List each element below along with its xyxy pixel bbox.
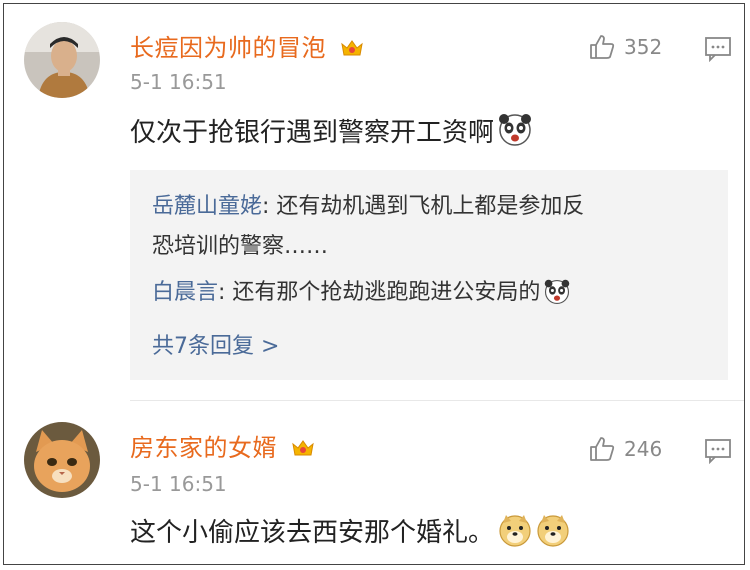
comment-feed: 长痘因为帅的冒泡 5-1 16:51 352 仅次于抢银行遇到警察开工资啊 岳麓… [3, 3, 745, 565]
thumbs-up-icon [590, 35, 615, 59]
doge-emoji [537, 515, 569, 547]
comment-time: 5-1 16:51 [130, 472, 227, 496]
reply-author[interactable]: 白晨言 [152, 280, 218, 305]
comment-time: 5-1 16:51 [130, 70, 227, 94]
reply-item-continued: 恐培训的警察…… [152, 228, 328, 260]
reply-text-line2: 恐培训的警察…… [152, 234, 329, 259]
reply-author[interactable]: 岳麓山童姥 [152, 194, 262, 219]
comment-text: 仅次于抢银行遇到警察开工资啊 [130, 112, 532, 149]
avatar[interactable] [24, 422, 100, 498]
comment-username[interactable]: 长痘因为帅的冒泡 [130, 28, 364, 63]
like-count: 352 [624, 35, 663, 59]
reply-sep: : [218, 280, 233, 305]
reply-preview-box[interactable]: 岳麓山童姥: 还有劫机遇到飞机上都是参加反 恐培训的警察…… 白晨言: 还有那个… [130, 170, 728, 380]
panda-emoji [499, 114, 532, 146]
comment-text: 这个小偷应该去西安那个婚礼。 [130, 512, 570, 549]
avatar-cat-icon [24, 422, 100, 498]
comment-divider [130, 400, 744, 401]
comment-item: 房东家的女婿 5-1 16:51 246 这个小偷应该去西安那个婚礼。 [4, 402, 744, 564]
like-count: 246 [624, 437, 663, 461]
comment-icon[interactable] [704, 438, 732, 464]
reply-item: 岳麓山童姥: 还有劫机遇到飞机上都是参加反 [152, 188, 584, 220]
avatar[interactable] [24, 22, 100, 98]
panda-emoji [545, 279, 570, 305]
like-button[interactable]: 352 [588, 32, 662, 62]
username-text[interactable]: 房东家的女婿 [130, 434, 277, 462]
username-text[interactable]: 长痘因为帅的冒泡 [130, 34, 326, 62]
reply-sep: : [262, 194, 277, 219]
vip-crown-icon [341, 40, 363, 56]
thumbs-up-icon [590, 437, 615, 461]
doge-emoji [499, 515, 531, 547]
comment-text-content: 仅次于抢银行遇到警察开工资啊 [130, 118, 495, 148]
more-replies-link[interactable]: 共7条回复 > [152, 328, 279, 360]
reply-text: 还有那个抢劫逃跑跑进公安局的 [232, 280, 541, 305]
comment-item: 长痘因为帅的冒泡 5-1 16:51 352 仅次于抢银行遇到警察开工资啊 岳麓… [4, 4, 744, 404]
vip-crown-icon [292, 440, 314, 456]
reply-item: 白晨言: 还有那个抢劫逃跑跑进公安局的 [152, 274, 570, 306]
comment-text-content: 这个小偷应该去西安那个婚礼。 [130, 518, 495, 548]
comment-icon[interactable] [704, 36, 732, 62]
comment-username[interactable]: 房东家的女婿 [130, 428, 315, 463]
like-button[interactable]: 246 [588, 434, 662, 464]
reply-text: 还有劫机遇到飞机上都是参加反 [276, 194, 585, 219]
avatar-photo-icon [24, 22, 100, 98]
